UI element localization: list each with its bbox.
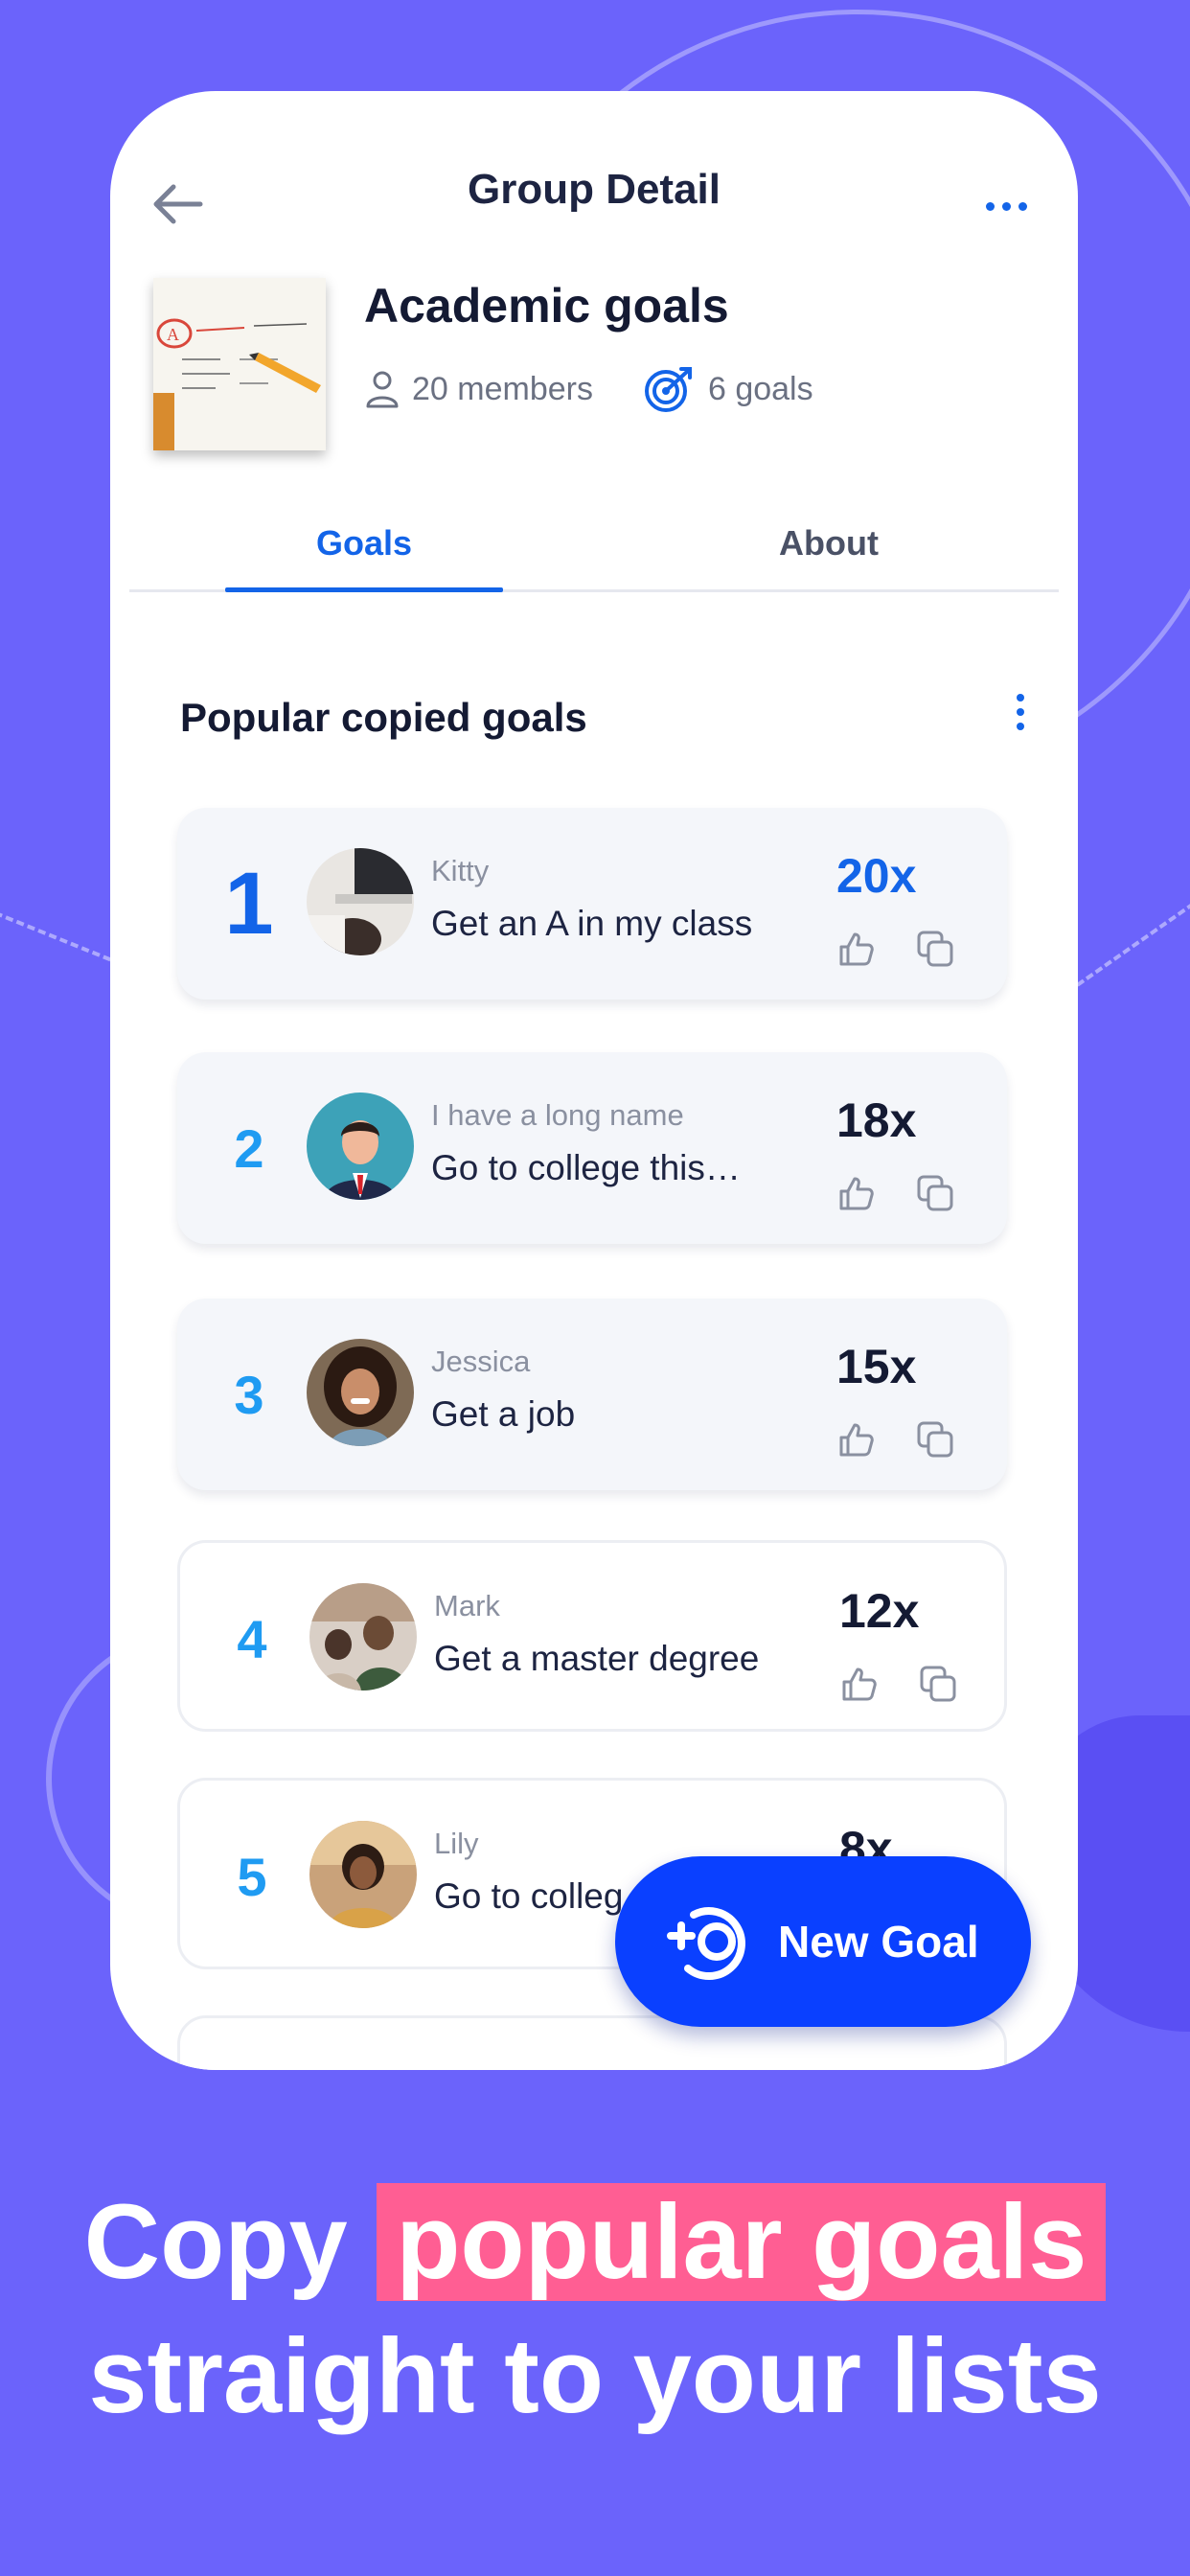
avatar <box>309 1583 417 1690</box>
svg-text:A: A <box>167 325 179 344</box>
copy-count: 15x <box>836 1340 917 1393</box>
goal-title: Go to college this… <box>431 1148 741 1187</box>
dot <box>1018 201 1027 211</box>
new-goal-button[interactable]: New Goal <box>615 1856 1031 2027</box>
promo-headline: Copy popular goals straight to your list… <box>0 2175 1190 2444</box>
copy-icon[interactable] <box>915 929 955 969</box>
promo-line-1: Copy popular goals <box>0 2175 1190 2310</box>
copy-icon[interactable] <box>918 1664 958 1704</box>
goal-username: Kitty <box>431 854 490 887</box>
avatar <box>307 1092 414 1200</box>
goal-actions <box>836 929 955 969</box>
goal-rank: 2 <box>234 1117 264 1179</box>
goal-card[interactable]: 3 Jessica Get a job 15x <box>177 1299 1007 1490</box>
phone-screen: Group Detail A Academic goals 20 members… <box>110 91 1078 2070</box>
section-title: Popular copied goals <box>180 695 587 740</box>
tab-about[interactable]: About <box>690 513 968 589</box>
copy-count: 18x <box>836 1093 917 1147</box>
exam-paper-image: A <box>153 278 326 450</box>
page-title: Group Detail <box>467 166 721 213</box>
copy-icon[interactable] <box>915 1173 955 1213</box>
promo-line-2: straight to your lists <box>88 2317 1102 2435</box>
goal-actions <box>836 1173 955 1213</box>
goal-title: Get a job <box>431 1394 576 1434</box>
goal-actions <box>839 1664 958 1704</box>
dot <box>1017 694 1024 702</box>
goals-count: 6 goals <box>643 364 813 414</box>
goal-actions <box>836 1419 955 1460</box>
goal-rank: 5 <box>237 1846 267 1907</box>
thumbs-up-icon[interactable] <box>836 929 877 969</box>
top-bar: Group Detail <box>110 91 1078 283</box>
person-icon <box>366 371 399 408</box>
promo-highlight: popular goals <box>377 2183 1107 2301</box>
thumbs-up-icon[interactable] <box>836 1173 877 1213</box>
decorative-dashed-line <box>1076 895 1190 987</box>
copy-count: 20x <box>836 849 917 903</box>
target-icon <box>644 367 692 412</box>
goals-label: 6 goals <box>707 370 813 407</box>
more-options-button[interactable] <box>973 177 1040 235</box>
goal-username: Jessica <box>431 1345 531 1378</box>
copy-icon[interactable] <box>915 1419 955 1460</box>
goal-card[interactable]: 1 Kitty Get an A in my class 20x <box>177 808 1007 1000</box>
new-goal-label: New Goal <box>778 1917 979 1966</box>
copy-count: 12x <box>839 1584 920 1638</box>
tab-bar: Goals About <box>129 513 1059 592</box>
tab-goals[interactable]: Goals <box>225 513 503 592</box>
members-label: 20 members <box>412 370 593 407</box>
group-image: A <box>153 278 326 450</box>
thumbs-up-icon[interactable] <box>836 1419 877 1460</box>
goal-title: Get a master degree <box>434 1639 760 1678</box>
goal-rank: 4 <box>237 1608 267 1669</box>
avatar <box>309 1821 417 1928</box>
goal-username: I have a long name <box>431 1098 684 1132</box>
goal-rank: 1 <box>224 854 274 953</box>
dot <box>1017 708 1024 716</box>
decorative-dashed-line <box>0 910 112 962</box>
members-count: 20 members <box>364 370 593 408</box>
dot <box>985 201 995 211</box>
goal-username: Mark <box>434 1589 500 1622</box>
section-options-button[interactable] <box>1001 683 1040 741</box>
goal-card[interactable]: 4 Mark Get a master degree 12x <box>177 1540 1007 1732</box>
thumbs-up-icon[interactable] <box>839 1664 880 1704</box>
avatar <box>307 1339 414 1446</box>
dot <box>1001 201 1011 211</box>
promo-prefix: Copy <box>83 2183 378 2301</box>
add-target-icon <box>667 1907 745 1981</box>
goal-card[interactable]: 2 I have a long name Go to college this…… <box>177 1052 1007 1244</box>
goal-username: Lily <box>434 1827 479 1860</box>
dot <box>1017 723 1024 730</box>
goal-rank: 3 <box>234 1364 264 1425</box>
group-meta: 20 members 6 goals <box>364 364 813 414</box>
avatar <box>307 848 414 955</box>
goal-title: Get an A in my class <box>431 904 753 943</box>
group-name: Academic goals <box>364 279 729 333</box>
